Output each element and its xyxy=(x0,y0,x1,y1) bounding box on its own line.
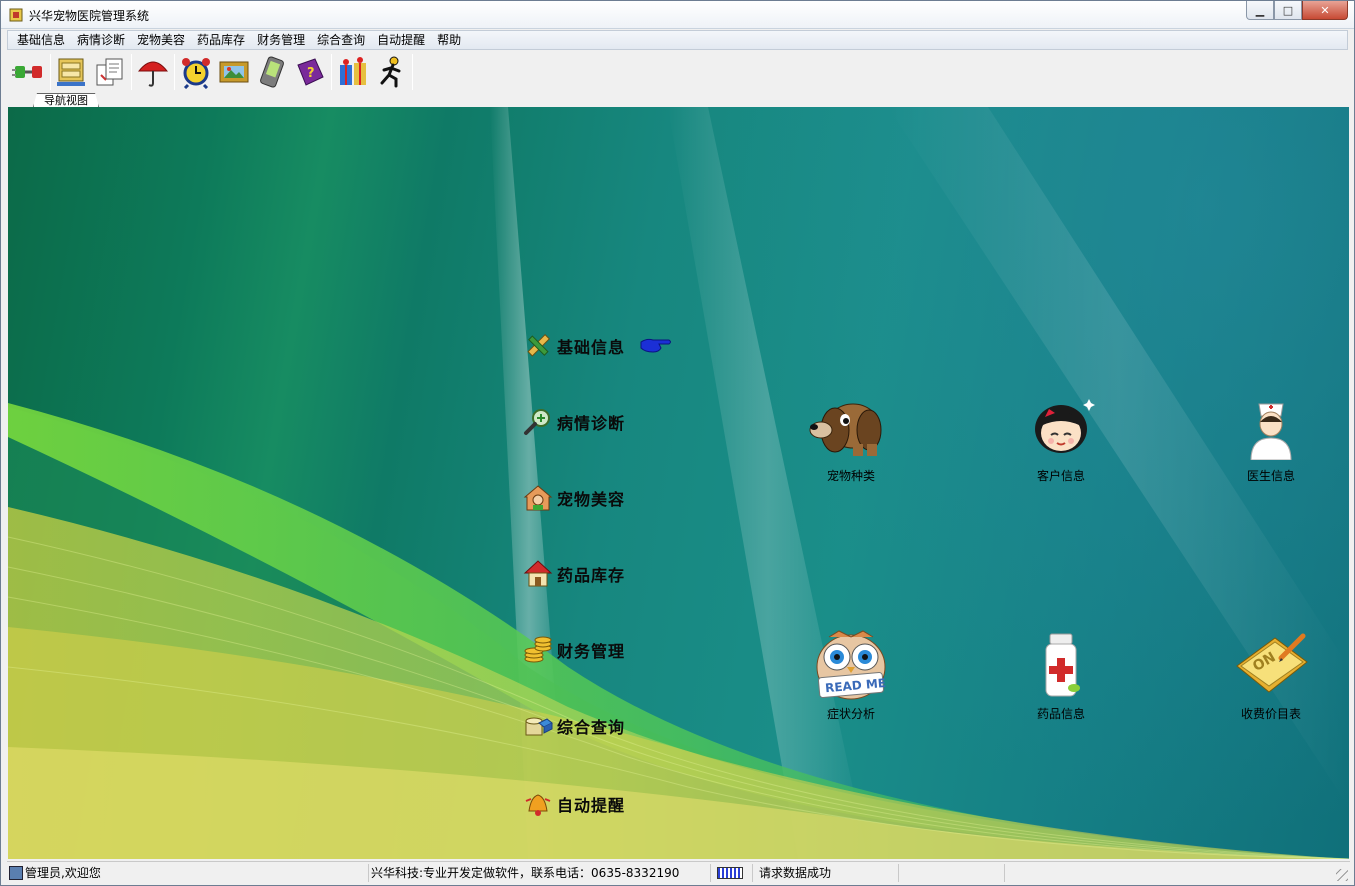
menu-inventory[interactable]: 药品库存 xyxy=(191,31,251,49)
nav-basic-info[interactable]: 基础信息 xyxy=(522,331,625,361)
tile-symptom-analysis[interactable]: READ ME 症状分析 xyxy=(796,627,906,722)
menu-diagnosis[interactable]: 病情诊断 xyxy=(71,31,131,49)
nav-label: 药品库存 xyxy=(557,566,626,585)
tile-doctor-info[interactable]: 医生信息 xyxy=(1216,389,1326,484)
window-controls: ▁ □ ✕ xyxy=(1246,1,1348,21)
tile-caption: 症状分析 xyxy=(826,707,875,721)
nav-label: 病情诊断 xyxy=(557,414,626,433)
menu-grooming[interactable]: 宠物美容 xyxy=(131,31,191,49)
nav-label: 宠物美容 xyxy=(557,490,626,509)
nurse-icon xyxy=(1226,389,1316,465)
nav-label: 财务管理 xyxy=(557,642,626,661)
notepad-on-icon: ON xyxy=(1226,627,1316,703)
gift-icon[interactable] xyxy=(334,53,372,91)
nav-grooming[interactable]: 宠物美容 xyxy=(522,483,625,513)
window-title: 兴华宠物医院管理系统 xyxy=(29,9,150,23)
status-message-text: 请求数据成功 xyxy=(759,866,832,880)
tile-price-list[interactable]: ON 收费价目表 xyxy=(1216,627,1326,722)
close-button[interactable]: ✕ xyxy=(1302,1,1348,20)
coins-icon xyxy=(522,635,554,665)
nav-diagnosis[interactable]: 病情诊断 xyxy=(522,407,625,437)
toolbar-separator xyxy=(412,54,413,90)
toolbar: ? xyxy=(7,51,1348,93)
nav-label: 自动提醒 xyxy=(557,796,626,815)
nav-label: 基础信息 xyxy=(557,338,626,357)
status-company-text: 兴华科技:专业开发定做软件，联系电话：0635-8332190 xyxy=(371,866,680,880)
magnifier-icon xyxy=(522,407,554,437)
medicine-bottle-icon xyxy=(1016,627,1106,703)
tile-medicine-info[interactable]: 药品信息 xyxy=(1006,627,1116,722)
wallpaper-waves xyxy=(8,107,1349,859)
menu-help[interactable]: 帮助 xyxy=(431,31,467,49)
ruler-pencil-icon xyxy=(522,331,554,361)
documents-icon[interactable] xyxy=(91,53,129,91)
help-book-icon[interactable]: ? xyxy=(291,53,329,91)
svg-text:?: ? xyxy=(307,66,315,81)
toolbar-separator xyxy=(50,54,51,90)
status-user-text: 管理员,欢迎您 xyxy=(25,866,101,880)
toolbar-separator xyxy=(174,54,175,90)
cabinet-icon[interactable] xyxy=(53,53,91,91)
nav-query[interactable]: 综合查询 xyxy=(522,711,625,741)
toolbar-separator xyxy=(331,54,332,90)
menu-reminder[interactable]: 自动提醒 xyxy=(371,31,431,49)
title-bar: 兴华宠物医院管理系统 ▁ □ ✕ xyxy=(1,1,1354,29)
database-icon xyxy=(522,711,554,741)
status-empty-panel xyxy=(901,864,1005,882)
nav-label: 综合查询 xyxy=(557,718,626,737)
runner-icon[interactable] xyxy=(372,53,410,91)
menu-basic-info[interactable]: 基础信息 xyxy=(11,31,71,49)
owl-readme-icon: READ ME xyxy=(806,627,896,703)
tile-customer-info[interactable]: 客户信息 xyxy=(1006,389,1116,484)
nav-finance[interactable]: 财务管理 xyxy=(522,635,625,665)
toolbar-separator xyxy=(131,54,132,90)
girl-face-icon xyxy=(1016,389,1106,465)
menu-finance[interactable]: 财务管理 xyxy=(251,31,311,49)
umbrella-icon[interactable] xyxy=(134,53,172,91)
hand-pointer-icon xyxy=(639,334,673,359)
dog-icon xyxy=(806,389,896,465)
house-person-icon xyxy=(522,483,554,513)
app-window: 兴华宠物医院管理系统 ▁ □ ✕ 基础信息 病情诊断 宠物美容 药品库存 财务管… xyxy=(0,0,1355,886)
tile-caption: 药品信息 xyxy=(1036,707,1085,721)
menu-bar: 基础信息 病情诊断 宠物美容 药品库存 财务管理 综合查询 自动提醒 帮助 xyxy=(7,30,1348,50)
app-logo-icon xyxy=(8,7,24,23)
nav-inventory[interactable]: 药品库存 xyxy=(522,559,625,589)
tile-caption: 医生信息 xyxy=(1246,469,1295,483)
bell-icon xyxy=(522,789,554,819)
status-user-panel: 管理员,欢迎您 xyxy=(9,864,369,882)
nav-reminder[interactable]: 自动提醒 xyxy=(522,789,625,819)
menu-query[interactable]: 综合查询 xyxy=(311,31,371,49)
status-company-panel: 兴华科技:专业开发定做软件，联系电话：0635-8332190 xyxy=(371,864,711,882)
tile-pet-species[interactable]: 宠物种类 xyxy=(796,389,906,484)
status-message-panel: 请求数据成功 xyxy=(755,864,899,882)
alarm-clock-icon[interactable] xyxy=(177,53,215,91)
minimize-button[interactable]: ▁ xyxy=(1246,1,1274,20)
navigation-desktop: 基础信息 病情诊断 宠物美容 药品库存 财务管理 综合查询 自动提醒 宠物种类 … xyxy=(8,107,1349,859)
picture-icon[interactable] xyxy=(215,53,253,91)
tile-caption: 宠物种类 xyxy=(826,469,875,483)
resize-grip[interactable] xyxy=(1336,869,1348,881)
status-progress-panel xyxy=(713,864,753,882)
status-bar: 管理员,欢迎您 兴华科技:专业开发定做软件，联系电话：0635-8332190 … xyxy=(7,861,1350,883)
maximize-button[interactable]: □ xyxy=(1274,1,1302,20)
pda-icon[interactable] xyxy=(253,53,291,91)
tab-strip: 导航视图 xyxy=(7,93,1348,107)
tile-caption: 收费价目表 xyxy=(1240,707,1301,721)
red-house-icon xyxy=(522,559,554,589)
user-icon xyxy=(9,866,23,880)
tab-navigation-view[interactable]: 导航视图 xyxy=(33,93,99,107)
plug-icon[interactable] xyxy=(10,53,48,91)
progress-icon xyxy=(717,867,743,879)
tile-caption: 客户信息 xyxy=(1036,469,1085,483)
